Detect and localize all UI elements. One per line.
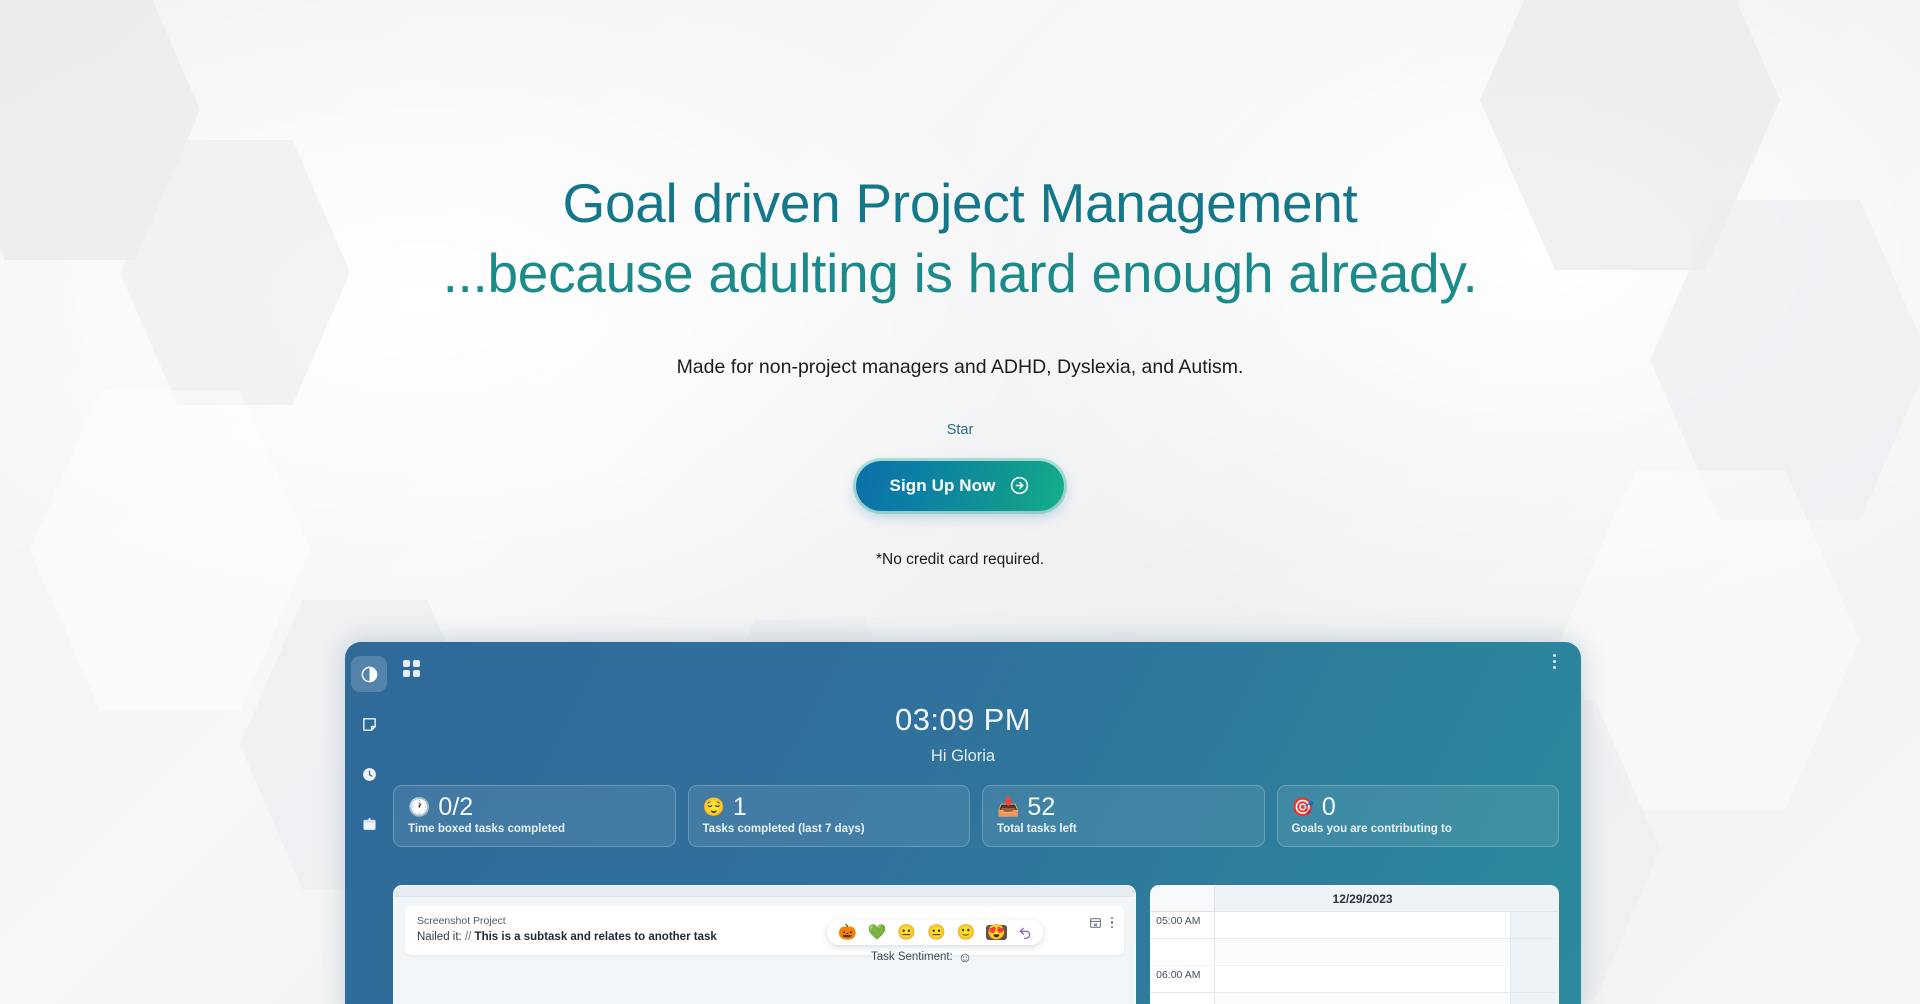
calendar-date-header: 12/29/2023 [1332,891,1393,906]
smiley-face-icon: ☺ [957,949,973,965]
stat-top: 📥 52 [997,793,1252,821]
more-vertical-icon [1553,654,1556,657]
task-subtask-text: This is a subtask and relates to another… [474,931,717,943]
page-title: Goal driven Project Management ...becaus… [0,168,1920,308]
sign-up-now-button[interactable]: Sign Up Now [855,461,1065,511]
inbox-tray-emoji: 📥 [997,797,1020,818]
reaction-emoji[interactable]: 🙂 [957,925,976,940]
calendar-header-pad [1510,886,1558,911]
calendar-row-half [1151,993,1558,1004]
task-sentiment-label: Task Sentiment: [870,951,953,963]
no-credit-card-note: *No credit card required. [876,551,1044,568]
calendar-row-half [1151,939,1558,966]
reaction-emoji[interactable]: 💚 [868,925,887,940]
panel-toolbar-strip [394,886,1136,897]
hero-section: Goal driven Project Management ...becaus… [0,0,1920,569]
relieved-face-emoji: 😌 [702,797,725,818]
sidebar-item-dashboard[interactable] [351,656,387,692]
calendar-time-label-empty [1151,939,1216,965]
stat-card-tasks-left[interactable]: 📥 52 Total tasks left [982,785,1265,847]
task-menu-button[interactable] [1110,916,1114,929]
stat-value: 1 [732,793,747,821]
app-greeting: Hi Gloria [930,747,996,765]
calendar-slot[interactable] [1215,939,1510,965]
calendar-slot[interactable] [1215,966,1510,992]
calendar-side-pad [1510,966,1558,992]
reaction-emoji[interactable]: 😐 [927,925,946,940]
calendar-slot[interactable] [1215,912,1510,938]
stats-row: 🕐 0/2 Time boxed tasks completed 😌 1 Tas… [393,785,1559,847]
task-sentiment: Task Sentiment: ☺ [871,949,972,965]
app-clock: 03:09 PM [895,702,1031,737]
task-prefix: Nailed it: [417,931,462,943]
arrow-right-circle-icon [1011,476,1029,495]
star-link[interactable]: Star [947,422,974,438]
calendar-slot[interactable] [1215,993,1510,1004]
calendar-header: 12/29/2023 [1151,886,1558,912]
calendar-row: 06:00 AM [1151,966,1558,993]
stat-card-goals[interactable]: 🎯 0 Goals you are contributing to [1276,785,1559,847]
calendar-panel: 12/29/2023 05:00 AM 06:00 AM [1150,885,1559,1004]
task-actions [1089,916,1114,929]
stat-label: Total tasks left [997,823,1077,836]
apps-grid-icon [403,670,410,677]
apps-grid-icon [413,660,420,667]
reaction-emoji[interactable]: 🎃 [838,925,857,940]
app-preview-window: 03:09 PM Hi Gloria 🕐 0/2 Time boxed task… [345,642,1581,1004]
stat-label: Tasks completed (last 7 days) [702,823,865,836]
more-vertical-icon [1110,925,1114,929]
apps-grid-button[interactable] [403,660,421,678]
sign-up-now-label: Sign Up Now [889,475,996,495]
stat-label: Time boxed tasks completed [408,823,566,836]
more-vertical-icon [1553,660,1556,663]
task-separator: // [464,931,472,943]
dashboard-icon [361,666,377,682]
stat-card-tasks-completed[interactable]: 😌 1 Tasks completed (last 7 days) [687,785,970,847]
undo-arrow-icon[interactable] [1018,926,1032,940]
cta-container: Sign Up Now [0,461,1920,511]
target-emoji: 🎯 [1291,797,1314,818]
stat-top: 😌 1 [702,793,958,821]
app-panels: Screenshot Project Nailed it: // This is… [393,885,1559,1004]
stat-card-timeboxed[interactable]: 🕐 0/2 Time boxed tasks completed [393,785,676,847]
calendar-gutter [1151,886,1216,911]
calendar-side-pad [1510,993,1558,1004]
task-list-panel: Screenshot Project Nailed it: // This is… [393,885,1137,1004]
app-overflow-menu-button[interactable] [1553,654,1556,669]
headline-line-1: Goal driven Project Management [562,172,1358,234]
stat-label: Goals you are contributing to [1291,823,1452,836]
reaction-emoji[interactable]: 😐 [897,925,916,940]
stat-value: 0/2 [438,793,474,821]
calendar-icon [362,817,376,830]
apps-grid-icon [413,670,420,677]
reaction-emoji-selected[interactable]: 😍 [986,925,1008,940]
hero-subtitle: Made for non-project managers and ADHD, … [676,356,1244,378]
more-vertical-icon [1110,921,1114,924]
headline-line-2: ...because adulting is hard enough alrea… [442,242,1478,304]
calendar-time-label: 05:00 AM [1151,912,1216,938]
calendar-side-pad [1510,939,1558,965]
sidebar-item-calendar[interactable] [351,806,387,842]
stat-value: 0 [1321,793,1336,821]
stat-top: 🕐 0/2 [408,793,663,821]
calendar-row: 05:00 AM [1151,912,1558,939]
clock-icon [362,767,376,781]
stat-top: 🎯 0 [1291,793,1547,821]
clock-emoji: 🕐 [408,797,431,818]
calendar-side-pad [1510,912,1558,938]
apps-grid-icon [403,660,410,667]
more-vertical-icon [1110,916,1114,920]
app-sidebar [345,642,393,1004]
calendar-time-label-empty [1151,993,1216,1004]
calendar-time-label: 06:00 AM [1151,966,1216,992]
calendar-x-icon[interactable] [1089,916,1102,929]
more-vertical-icon [1553,666,1556,669]
emoji-reaction-bar[interactable]: 🎃 💚 😐 😐 🙂 😍 [826,920,1044,945]
stat-value: 52 [1027,793,1056,821]
